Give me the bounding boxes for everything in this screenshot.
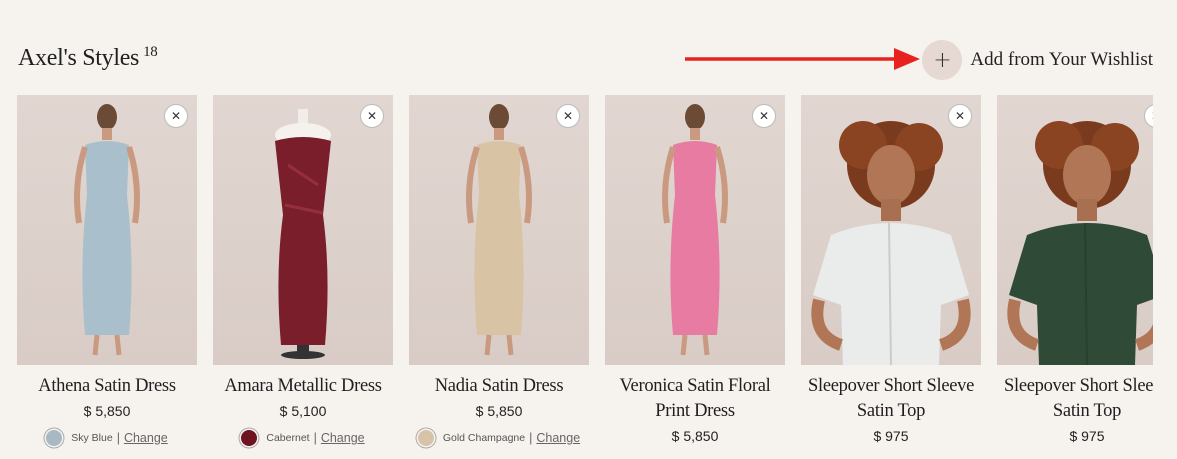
product-price: $ 5,850 [671, 428, 719, 444]
color-swatch [417, 430, 434, 446]
separator: | [313, 431, 317, 445]
page-title-text: Axel's Styles [18, 45, 140, 71]
product-name[interactable]: Nadia Satin Dress [409, 374, 589, 399]
color-selector: Gold Champagne | Change [409, 430, 589, 446]
product-price: $ 5,100 [279, 403, 327, 419]
plus-icon[interactable]: + [922, 40, 963, 80]
color-name: Cabernet [266, 432, 310, 444]
product-price: $ 5,850 [83, 403, 131, 419]
color-selector: Cabernet | Change [213, 430, 393, 446]
color-swatch [241, 430, 258, 446]
separator: | [529, 431, 533, 445]
product-card[interactable]: ✕ Veronica Satin Floral Print Dress $ 5,… [605, 95, 785, 444]
add-from-wishlist-button[interactable]: + Add from Your Wishlist [922, 40, 1153, 80]
product-card[interactable]: ✕ Nadia Satin Dress $ 5,850 Gold Champag… [409, 95, 589, 446]
product-image[interactable]: ✕ [605, 95, 785, 365]
product-name[interactable]: Amara Metallic Dress [213, 374, 393, 399]
color-name: Sky Blue [71, 432, 113, 444]
remove-icon[interactable]: ✕ [752, 104, 776, 128]
product-image[interactable]: ✕ [801, 95, 981, 365]
product-name[interactable]: Sleepover Short Sleeve Satin Top [997, 374, 1153, 424]
page-header: Axel's Styles 18 + Add from Your Wishlist [18, 40, 1153, 80]
product-row: ✕ Athena Satin Dress $ 5,850 Sky Blue | … [17, 95, 1153, 459]
color-selector: Sky Blue | Change [17, 430, 197, 446]
product-name[interactable]: Sleepover Short Sleeve Satin Top [801, 374, 981, 424]
style-count: 18 [143, 44, 158, 60]
product-name[interactable]: Athena Satin Dress [17, 374, 197, 399]
add-from-wishlist-label[interactable]: Add from Your Wishlist [970, 49, 1153, 71]
change-color-link[interactable]: Change [124, 431, 168, 445]
product-image[interactable]: ✕ [997, 95, 1153, 365]
color-name: Gold Champagne [442, 432, 526, 444]
remove-icon[interactable]: ✕ [556, 104, 580, 128]
product-card[interactable]: ✕ Athena Satin Dress $ 5,850 Sky Blue | … [17, 95, 197, 446]
remove-icon[interactable]: ✕ [360, 104, 384, 128]
product-price: $ 5,850 [475, 403, 523, 419]
change-color-link[interactable]: Change [321, 431, 365, 445]
product-image[interactable]: ✕ [213, 95, 393, 365]
product-image[interactable]: ✕ [409, 95, 589, 365]
remove-icon[interactable]: ✕ [164, 104, 188, 128]
page-title: Axel's Styles 18 [18, 44, 158, 72]
change-color-link[interactable]: Change [536, 431, 580, 445]
product-image[interactable]: ✕ [17, 95, 197, 365]
product-card[interactable]: ✕ Amara Metallic Dress $ 5,100 Cabernet … [213, 95, 393, 446]
product-price: $ 975 [873, 428, 909, 444]
color-swatch [46, 430, 63, 446]
remove-icon[interactable]: ✕ [948, 104, 972, 128]
product-card[interactable]: ✕ Sleepover Short Sleeve Satin Top $ 975 [997, 95, 1153, 444]
product-name[interactable]: Veronica Satin Floral Print Dress [605, 374, 785, 424]
product-price: $ 975 [1069, 428, 1105, 444]
product-card[interactable]: ✕ Sleepover Short Sleeve Satin Top $ 975 [801, 95, 981, 444]
separator: | [116, 431, 120, 445]
red-arrow-annotation [685, 48, 920, 70]
